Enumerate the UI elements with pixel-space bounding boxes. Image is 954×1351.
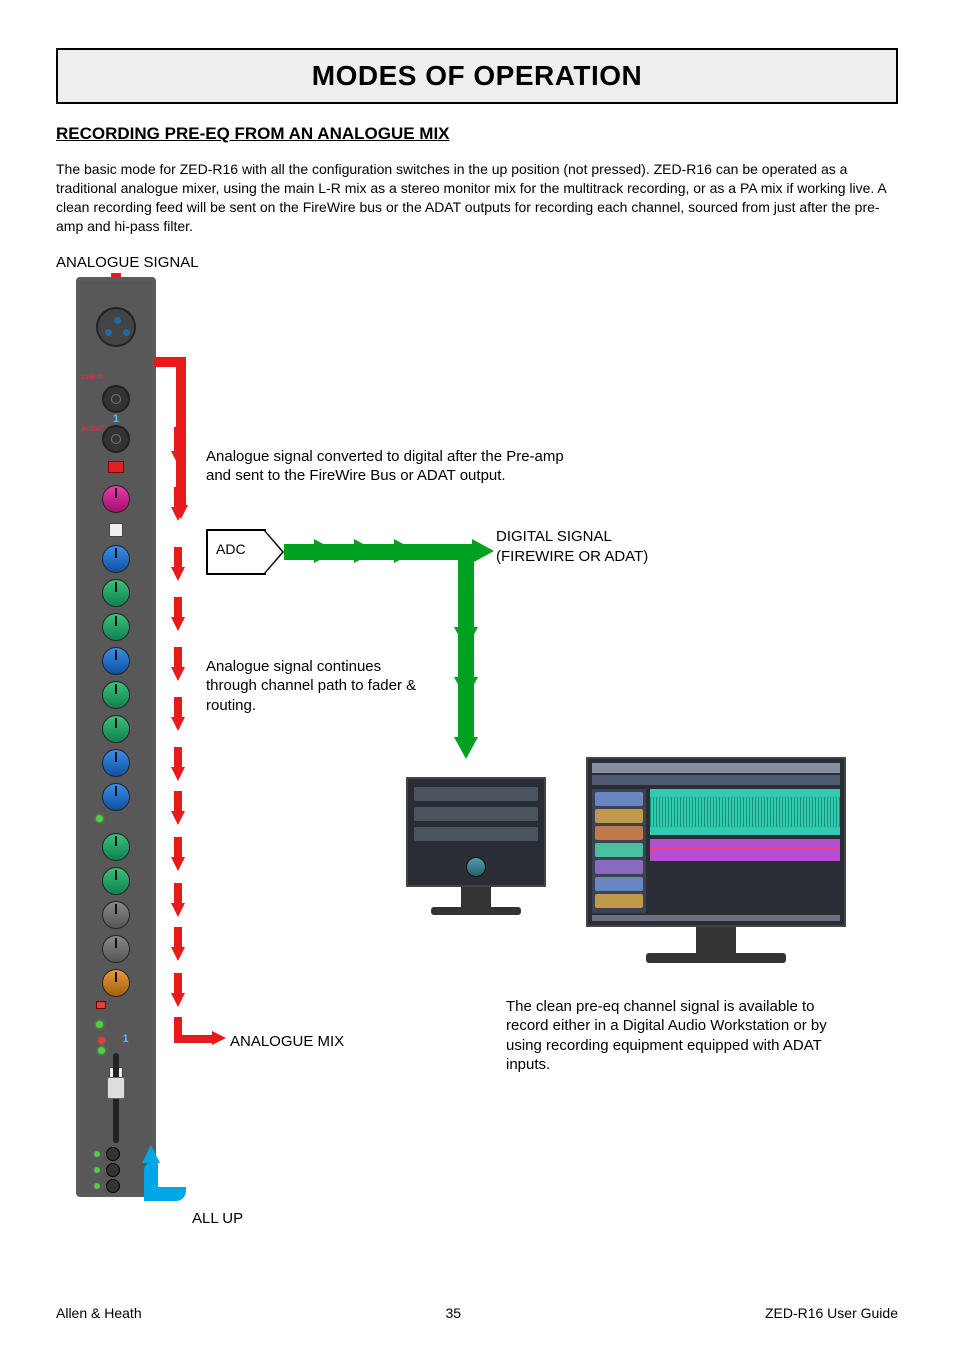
insert-label: INSERT [82, 427, 104, 433]
adc-label: ADC [216, 541, 246, 557]
footer-left: Allen & Heath [56, 1305, 142, 1321]
daw-monitor-icon [586, 757, 846, 963]
aux2-knob [102, 867, 130, 895]
adat-recorder-icon [406, 777, 546, 915]
continues-caption: Analogue signal continues through channe… [206, 657, 426, 716]
linein-label: LINE IN [82, 375, 103, 381]
digital-signal-label-2: (FIREWIRE OR ADAT) [496, 547, 648, 567]
jog-wheel-icon [466, 857, 486, 877]
channel-number-top: 1 [113, 413, 119, 425]
eq-led [96, 815, 103, 822]
section-heading: RECORDING PRE-EQ FROM AN ANALOGUE MIX [56, 124, 898, 144]
channel-number-mid: 1 [123, 1033, 129, 1045]
footer-center: 35 [445, 1305, 461, 1321]
digital-signal-label-1: DIGITAL SIGNAL [496, 527, 612, 547]
title-box: MODES OF OPERATION [56, 48, 898, 104]
intro-paragraph: The basic mode for ZED-R16 with all the … [56, 160, 898, 236]
pfl-led [96, 1021, 103, 1028]
diagram-area: LINE IN 1 INSERT 1 [56, 277, 898, 1237]
route-led-3 [94, 1183, 100, 1189]
lm-q-knob [102, 749, 130, 777]
aux4-knob [102, 935, 130, 963]
route-led-2 [94, 1167, 100, 1173]
all-up-label: ALL UP [192, 1209, 243, 1229]
sig-led-green [98, 1047, 105, 1054]
hpf-button [109, 523, 123, 537]
pad-button [108, 461, 124, 473]
sig-led-red [98, 1037, 105, 1044]
footer-right: ZED-R16 User Guide [765, 1305, 898, 1321]
route-knob-2 [106, 1163, 120, 1177]
analogue-mix-label: ANALOGUE MIX [230, 1032, 344, 1052]
route-knob-3 [106, 1179, 120, 1193]
hm-freq-knob [102, 579, 130, 607]
record-caption: The clean pre-eq channel signal is avail… [506, 997, 846, 1075]
adc-triangle-icon [264, 529, 284, 575]
hm-gain-knob [102, 613, 130, 641]
insert-jack-icon [102, 425, 130, 453]
pan-knob [102, 969, 130, 997]
mute-button [96, 1001, 106, 1009]
aux1-knob [102, 833, 130, 861]
lm-gain-knob [102, 715, 130, 743]
analogue-signal-label: ANALOGUE SIGNAL [56, 254, 898, 271]
lf-knob [102, 783, 130, 811]
aux3-knob [102, 901, 130, 929]
route-led-1 [94, 1151, 100, 1157]
hm-q-knob [102, 647, 130, 675]
conversion-caption: Analogue signal converted to digital aft… [206, 447, 566, 486]
fader-cap [107, 1077, 125, 1099]
line-in-jack-icon [102, 385, 130, 413]
channel-strip: LINE IN 1 INSERT 1 [76, 277, 156, 1197]
xlr-connector-icon [96, 307, 136, 347]
lm-freq-knob [102, 681, 130, 709]
hf-knob [102, 545, 130, 573]
page-title: MODES OF OPERATION [74, 60, 880, 92]
gain-knob [102, 485, 130, 513]
page-footer: Allen & Heath 35 ZED-R16 User Guide [56, 1305, 898, 1321]
route-knob-1 [106, 1147, 120, 1161]
